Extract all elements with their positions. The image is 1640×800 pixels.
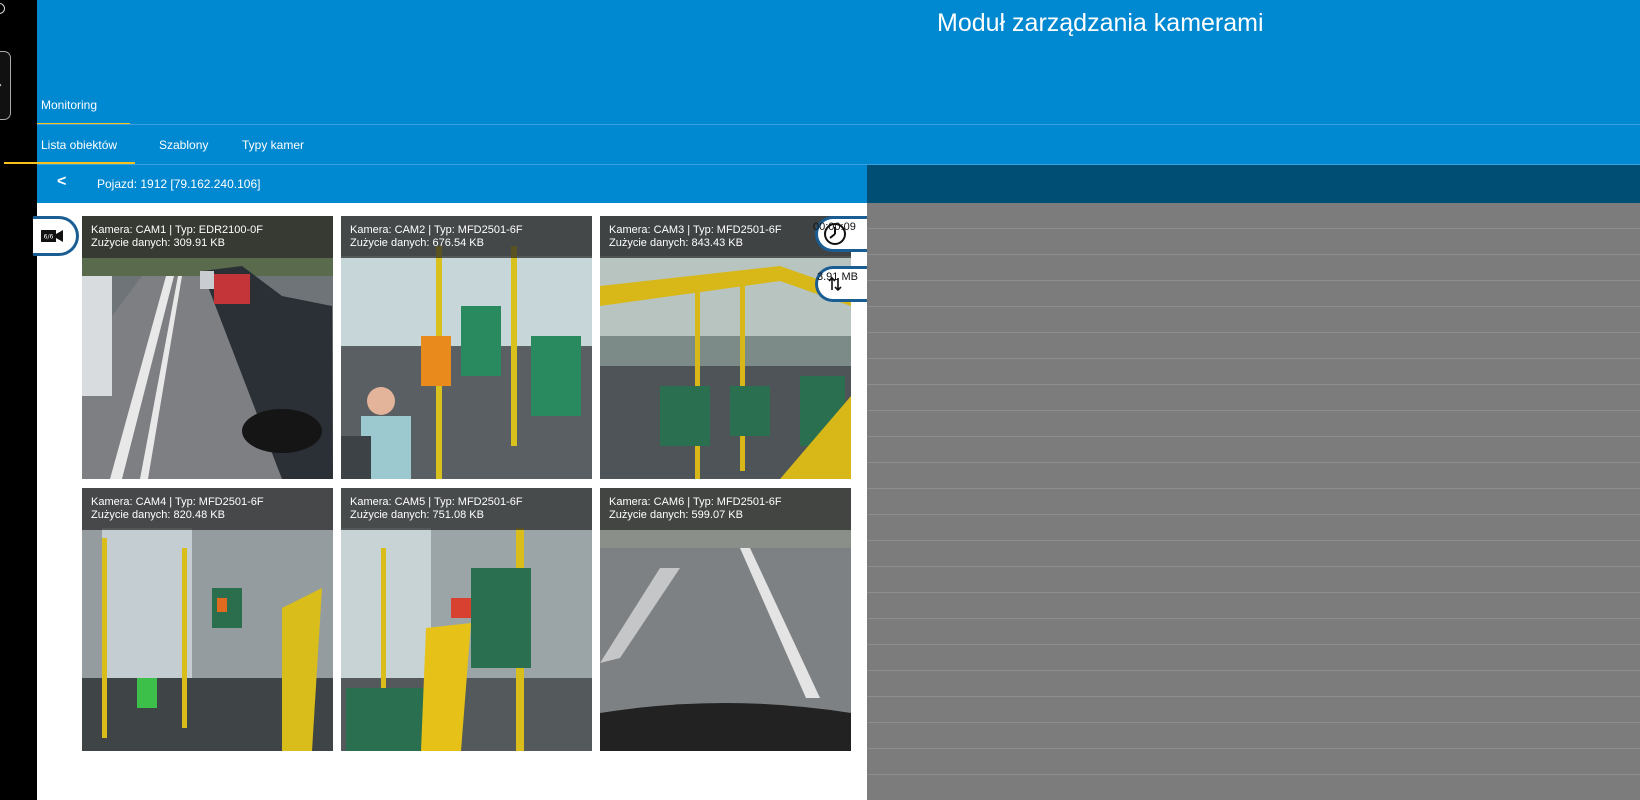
camera-title: Kamera: CAM3 | Typ: MFD2501-6F — [609, 224, 782, 236]
camera-title: Kamera: CAM5 | Typ: MFD2501-6F — [350, 496, 523, 508]
camera-tile-cam6[interactable]: Kamera: CAM6 | Typ: MFD2501-6F Zużycie d… — [600, 488, 851, 751]
camera-usage: Zużycie danych: 820.48 KB — [91, 509, 225, 521]
camera-title: Kamera: CAM2 | Typ: MFD2501-6F — [350, 224, 523, 236]
tab-monitoring[interactable]: Monitoring — [37, 92, 130, 126]
camera-count-text: 6/6 — [44, 234, 54, 241]
camera-usage: Zużycie danych: 751.08 KB — [350, 509, 484, 521]
camera-usage: Zużycie danych: 309.91 KB — [91, 237, 225, 249]
vehicle-bar: < Pojazd: 1912 [79.162.240.106] — [37, 165, 867, 203]
vehicle-label: Pojazd: 1912 [79.162.240.106] — [97, 177, 261, 191]
edge-dot-icon — [0, 3, 5, 14]
camera-caption: Kamera: CAM4 | Typ: MFD2501-6F Zużycie d… — [82, 488, 333, 530]
handle-arrow-icon: › — [0, 80, 2, 91]
camera-title: Kamera: CAM1 | Typ: EDR2100-0F — [91, 224, 263, 236]
detail-panel-header — [867, 165, 1640, 203]
camera-tile-cam1[interactable]: Kamera: CAM1 | Typ: EDR2100-0F Zużycie d… — [82, 216, 333, 479]
video-camera-icon: 6/6 — [41, 230, 63, 242]
tab-szablony[interactable]: Szablony — [159, 138, 208, 163]
app-header: Moduł zarządzania kamerami Monitoring — [37, 0, 1640, 125]
data-usage-value: 3.91 MB — [817, 271, 858, 283]
camera-tile-cam2[interactable]: Kamera: CAM2 | Typ: MFD2501-6F Zużycie d… — [341, 216, 592, 479]
detail-panel — [867, 203, 1640, 800]
app-window: Moduł zarządzania kamerami Monitoring Li… — [3, 0, 1640, 800]
camera-usage: Zużycie danych: 843.43 KB — [609, 237, 743, 249]
camera-usage: Zużycie danych: 599.07 KB — [609, 509, 743, 521]
camera-caption: Kamera: CAM1 | Typ: EDR2100-0F Zużycie d… — [82, 216, 333, 258]
sub-navigation: Lista obiektów Szablony Typy kamer — [3, 125, 1640, 165]
camera-tile-cam5[interactable]: Kamera: CAM5 | Typ: MFD2501-6F Zużycie d… — [341, 488, 592, 751]
camera-caption: Kamera: CAM2 | Typ: MFD2501-6F Zużycie d… — [341, 216, 592, 258]
camera-tile-cam4[interactable]: Kamera: CAM4 | Typ: MFD2501-6F Zużycie d… — [82, 488, 333, 751]
tab-lista-obiektow[interactable]: Lista obiektów — [3, 138, 136, 164]
tab-typy-kamer[interactable]: Typy kamer — [242, 138, 304, 163]
screen: › Moduł zarządzania kamerami Monitoring … — [0, 0, 1640, 800]
camera-tile-cam3[interactable]: Kamera: CAM3 | Typ: MFD2501-6F Zużycie d… — [600, 216, 851, 479]
left-edge-strip: › — [0, 0, 37, 800]
back-chevron-icon[interactable]: < — [57, 173, 66, 191]
page-title: Moduł zarządzania kamerami — [937, 9, 1264, 37]
camera-count-badge[interactable]: 6/6 — [33, 216, 79, 256]
camera-caption: Kamera: CAM5 | Typ: MFD2501-6F Zużycie d… — [341, 488, 592, 530]
camera-usage: Zużycie danych: 676.54 KB — [350, 237, 484, 249]
elapsed-time-value: 00:00:09 — [813, 221, 856, 233]
camera-title: Kamera: CAM4 | Typ: MFD2501-6F — [91, 496, 264, 508]
camera-title: Kamera: CAM6 | Typ: MFD2501-6F — [609, 496, 782, 508]
tab-label: Monitoring — [41, 98, 98, 112]
side-drawer-handle[interactable]: › — [0, 51, 11, 120]
camera-caption: Kamera: CAM6 | Typ: MFD2501-6F Zużycie d… — [600, 488, 851, 530]
